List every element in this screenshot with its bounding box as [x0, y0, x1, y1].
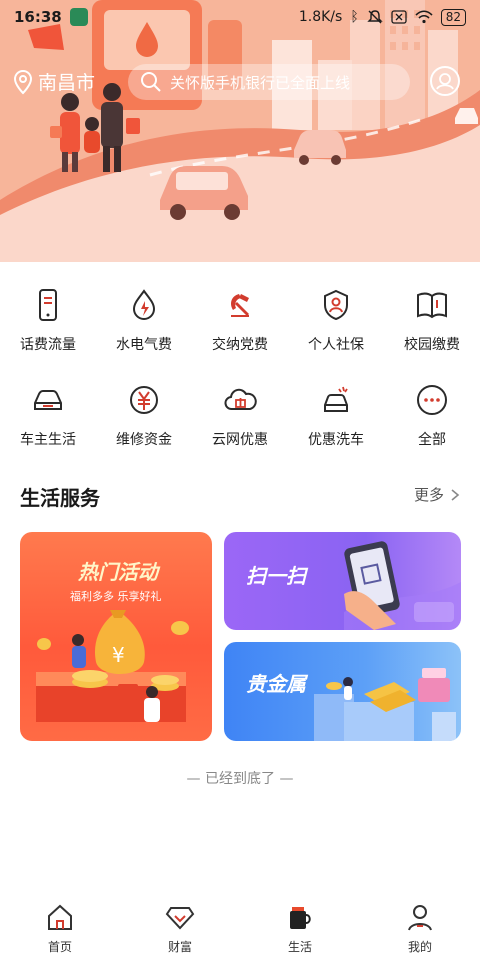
precious-metal-title: 贵金属 — [246, 672, 306, 696]
service-label: 云网优惠 — [212, 432, 268, 448]
banner-illustration — [0, 0, 480, 262]
life-page: 16:38 1.8K/s ᛒ 82 南昌市 关怀版手机银行已全面上线 话费流量 … — [0, 0, 480, 960]
car-wash-icon — [324, 386, 348, 412]
status-bar: 16:38 1.8K/s ᛒ 82 — [0, 0, 480, 34]
service-campus-fees[interactable]: 校园缴费 — [384, 282, 480, 377]
diamond-icon — [165, 907, 195, 930]
hot-activity-subtitle: 福利多多 乐享好礼 — [70, 590, 162, 603]
coffee-cup-icon — [290, 907, 311, 929]
search-bar[interactable]: 关怀版手机银行已全面上线 — [128, 64, 410, 100]
sim-x-icon — [391, 10, 407, 24]
service-utilities[interactable]: 水电气费 — [96, 282, 192, 377]
tab-life[interactable]: 生活 — [240, 896, 360, 960]
scan-card[interactable]: 扫一扫 — [224, 532, 461, 630]
location-pin-icon — [13, 69, 33, 94]
location-selector[interactable]: 南昌市 — [12, 68, 95, 95]
search-placeholder: 关怀版手机银行已全面上线 — [170, 73, 351, 92]
svg-text:¥: ¥ — [112, 643, 125, 667]
header-bar: 南昌市 关怀版手机银行已全面上线 — [0, 62, 480, 102]
cloud-gift-icon — [224, 388, 257, 410]
precious-metal-card[interactable]: 贵金属 — [224, 642, 461, 741]
service-label: 校园缴费 — [404, 337, 460, 353]
search-icon — [141, 72, 161, 92]
service-row-1: 话费流量 水电气费 交纳党费 个人社保 校园缴费 — [0, 282, 480, 377]
notification-app-icon — [69, 8, 88, 26]
home-icon — [48, 904, 72, 930]
utility-drop-icon — [132, 289, 156, 320]
service-label: 交纳党费 — [212, 337, 268, 353]
service-label: 话费流量 — [20, 337, 76, 353]
service-cloud-discount[interactable]: 云网优惠 — [192, 377, 288, 472]
tab-home[interactable]: 首页 — [0, 896, 120, 960]
tab-label: 生活 — [287, 940, 312, 954]
city-name: 南昌市 — [38, 72, 96, 94]
bluetooth-icon: ᛒ — [350, 9, 359, 25]
service-car-wash[interactable]: 优惠洗车 — [288, 377, 384, 472]
bottom-tab-bar: 首页 财富 生活 我的 — [0, 896, 480, 960]
status-time: 16:38 — [14, 8, 62, 26]
service-grid: 话费流量 水电气费 交纳党费 个人社保 校园缴费 车主生活 维修资金 云网优惠 … — [0, 282, 480, 472]
promo-banner[interactable] — [0, 0, 480, 262]
service-party-dues[interactable]: 交纳党费 — [192, 282, 288, 377]
customer-service-button[interactable] — [430, 66, 460, 96]
battery-indicator: 82 — [440, 8, 466, 26]
end-of-list-note: — 已经到底了 — — [186, 771, 294, 787]
more-link[interactable]: 更多 — [414, 484, 460, 505]
service-row-2: 车主生活 维修资金 云网优惠 优惠洗车 全部 — [0, 377, 480, 472]
service-phone-data[interactable]: 话费流量 — [0, 282, 96, 377]
hot-activity-card[interactable]: ¥ 热门活动 福利多多 乐享好礼 — [20, 532, 212, 741]
service-label: 优惠洗车 — [308, 432, 364, 448]
service-social-security[interactable]: 个人社保 — [288, 282, 384, 377]
more-label: 更多 — [413, 486, 444, 504]
party-emblem-icon — [231, 294, 249, 317]
service-label: 水电气费 — [116, 337, 172, 353]
chevron-right-icon — [451, 488, 460, 501]
service-label: 车主生活 — [20, 432, 76, 448]
hot-activity-title: 热门活动 — [78, 560, 158, 584]
service-label: 全部 — [418, 432, 446, 448]
tab-label: 财富 — [167, 940, 192, 954]
tab-mine[interactable]: 我的 — [360, 896, 480, 960]
service-maintenance-fund[interactable]: 维修资金 — [96, 377, 192, 472]
tab-wealth[interactable]: 财富 — [120, 896, 240, 960]
section-title: 生活服务 — [20, 486, 100, 510]
scan-title: 扫一扫 — [246, 564, 306, 588]
wifi-icon — [415, 10, 433, 24]
yuan-coin-icon — [130, 386, 158, 414]
social-security-icon — [324, 289, 348, 321]
service-all[interactable]: 全部 — [384, 377, 480, 472]
more-dots-icon — [417, 385, 447, 415]
tab-label: 我的 — [407, 940, 432, 954]
phone-icon — [39, 289, 57, 321]
service-label: 个人社保 — [308, 337, 364, 353]
customer-service-icon — [436, 73, 454, 90]
service-label: 维修资金 — [116, 432, 172, 448]
mute-bell-icon — [367, 10, 383, 24]
user-icon — [408, 905, 432, 931]
tab-label: 首页 — [47, 940, 72, 954]
book-icon — [417, 292, 447, 319]
network-speed: 1.8K/s — [298, 9, 343, 25]
service-car-owner[interactable]: 车主生活 — [0, 377, 96, 472]
car-icon — [34, 390, 62, 410]
status-right: 1.8K/s ᛒ 82 — [298, 8, 466, 26]
